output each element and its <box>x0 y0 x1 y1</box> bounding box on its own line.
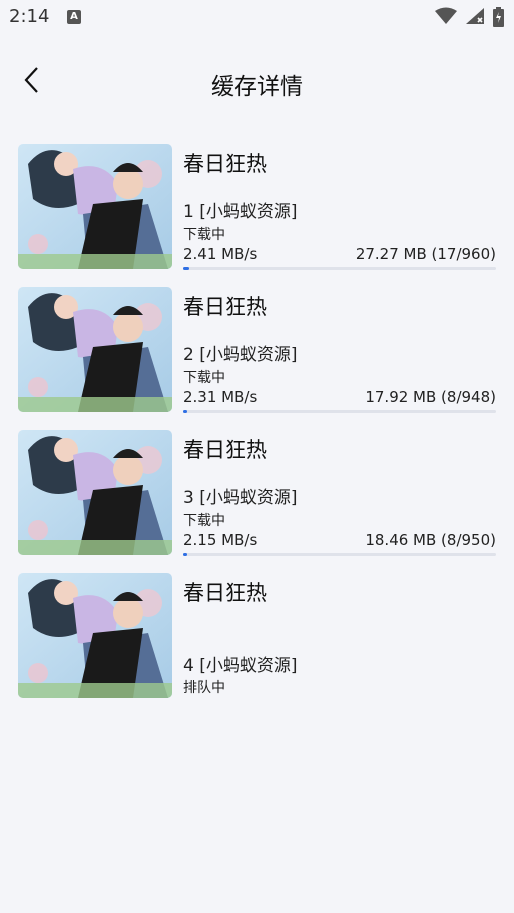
download-item[interactable]: 春日狂热 1 [小蚂蚁资源] 下载中 2.41 MB/s 27.27 MB (1… <box>0 140 514 283</box>
item-title: 春日狂热 <box>183 295 267 319</box>
item-speed: 2.15 MB/s <box>183 531 258 549</box>
item-size: 18.46 MB (8/950) <box>365 531 496 549</box>
poster-image <box>18 573 172 698</box>
app-bar: 缓存详情 <box>0 50 514 110</box>
download-list: 春日狂热 1 [小蚂蚁资源] 下载中 2.41 MB/s 27.27 MB (1… <box>0 140 514 712</box>
item-source: 4 [小蚂蚁资源] <box>183 656 298 676</box>
item-size: 17.92 MB (8/948) <box>365 388 496 406</box>
item-speed: 2.41 MB/s <box>183 245 258 263</box>
page-title: 缓存详情 <box>211 74 303 100</box>
poster-thumbnail <box>18 144 172 269</box>
item-title: 春日狂热 <box>183 438 267 462</box>
item-source: 1 [小蚂蚁资源] <box>183 202 298 222</box>
poster-image <box>18 144 172 269</box>
progress-bar <box>183 410 496 413</box>
item-source: 2 [小蚂蚁资源] <box>183 345 298 365</box>
item-title: 春日狂热 <box>183 152 267 176</box>
notification-a-icon: A <box>67 10 81 24</box>
item-status: 下载中 <box>183 227 225 243</box>
status-time: 2:14 <box>9 6 50 27</box>
progress-fill <box>183 553 187 556</box>
item-size: 27.27 MB (17/960) <box>355 245 496 263</box>
status-bar: 2:14 A <box>0 0 514 36</box>
battery-icon <box>493 7 504 27</box>
item-source: 3 [小蚂蚁资源] <box>183 488 298 508</box>
progress-fill <box>183 410 187 413</box>
poster-thumbnail <box>18 287 172 412</box>
system-icons <box>432 7 504 27</box>
item-status: 下载中 <box>183 370 225 386</box>
download-item[interactable]: 春日狂热 4 [小蚂蚁资源] 排队中 <box>0 569 514 712</box>
progress-bar <box>183 267 496 270</box>
poster-thumbnail <box>18 430 172 555</box>
item-status: 排队中 <box>183 680 225 696</box>
poster-image <box>18 430 172 555</box>
signal-icon <box>465 8 484 24</box>
poster-image <box>18 287 172 412</box>
poster-thumbnail <box>18 573 172 698</box>
progress-bar <box>183 553 496 556</box>
item-speed: 2.31 MB/s <box>183 388 258 406</box>
progress-fill <box>183 267 189 270</box>
item-title: 春日狂热 <box>183 581 267 605</box>
wifi-icon <box>434 7 457 24</box>
item-status: 下载中 <box>183 513 225 529</box>
download-item[interactable]: 春日狂热 2 [小蚂蚁资源] 下载中 2.31 MB/s 17.92 MB (8… <box>0 283 514 426</box>
download-item[interactable]: 春日狂热 3 [小蚂蚁资源] 下载中 2.15 MB/s 18.46 MB (8… <box>0 426 514 569</box>
